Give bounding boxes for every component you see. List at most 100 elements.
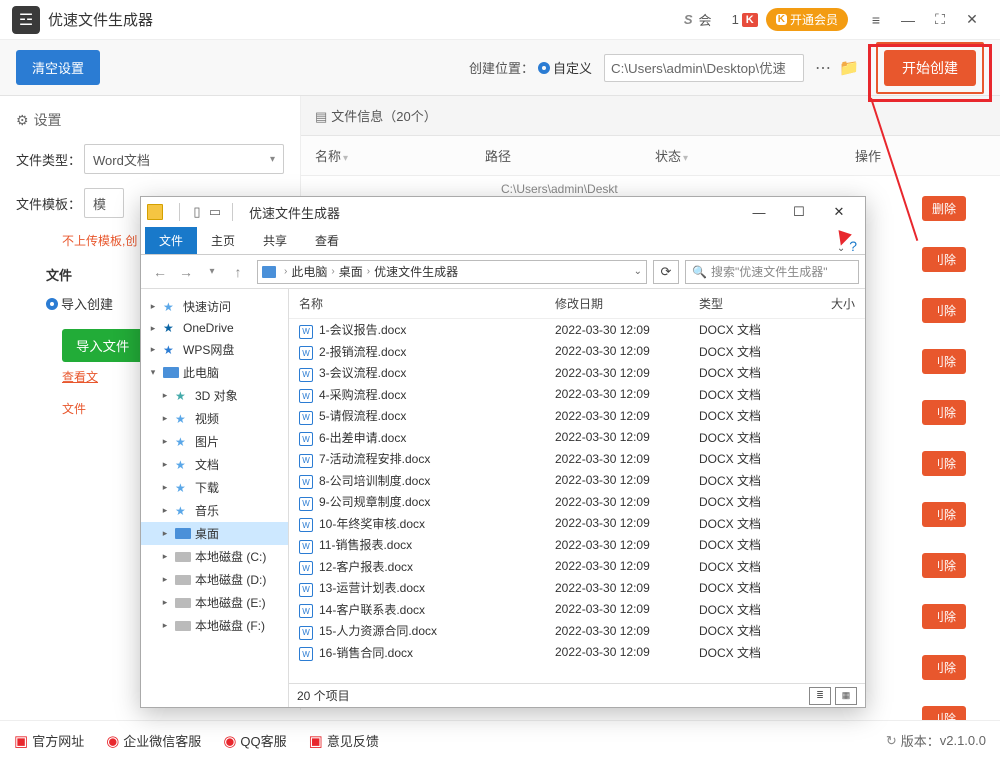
tab-home[interactable]: 主页 [197, 227, 249, 254]
official-site-link[interactable]: ▣官方网址 [14, 731, 84, 750]
import-file-button[interactable]: 导入文件 [62, 329, 143, 362]
delete-button[interactable]: 刂除 [922, 247, 966, 272]
explorer-tree[interactable]: ▸★快速访问▸★OneDrive▸★WPS网盘▾此电脑▸★3D 对象▸★视频▸★… [141, 289, 289, 707]
tree-item[interactable]: ▸★视频 [141, 407, 288, 430]
browse-folder-icon[interactable]: 📁 [836, 54, 862, 82]
file-row[interactable]: W10-年终奖审核.docx2022-03-30 12:09DOCX 文档 [289, 513, 865, 535]
file-row[interactable]: W6-出差申请.docx2022-03-30 12:09DOCX 文档 [289, 427, 865, 449]
ribbon-collapse-icon[interactable]: ⌄ [837, 243, 845, 254]
tree-item[interactable]: ▸★音乐 [141, 499, 288, 522]
address-bar[interactable]: › 此电脑 › 桌面 › 优速文件生成器 ⌄ [257, 260, 647, 284]
delete-button[interactable]: 刂除 [922, 349, 966, 374]
maximize-icon[interactable]: ⛶ [924, 6, 956, 34]
nav-back-icon[interactable]: ← [147, 264, 173, 280]
feedback-link[interactable]: ▣意见反馈 [309, 731, 379, 750]
tree-item[interactable]: ▸★WPS网盘 [141, 338, 288, 361]
file-row[interactable]: W14-客户联系表.docx2022-03-30 12:09DOCX 文档 [289, 599, 865, 621]
view-icons-icon[interactable]: ▦ [835, 687, 857, 705]
tab-file[interactable]: 文件 [145, 227, 197, 254]
filter-icon[interactable]: ▾ [683, 153, 688, 164]
nav-history-icon[interactable]: ▾ [199, 266, 225, 277]
file-link[interactable]: 文件 [62, 400, 86, 417]
col-date[interactable]: 修改日期 [555, 295, 699, 312]
tree-item[interactable]: ▸★快速访问 [141, 295, 288, 318]
file-row[interactable]: W8-公司培训制度.docx2022-03-30 12:09DOCX 文档 [289, 470, 865, 492]
file-row[interactable]: W16-销售合同.docx2022-03-30 12:09DOCX 文档 [289, 642, 865, 664]
explorer-close-icon[interactable]: ✕ [819, 198, 859, 226]
filter-icon[interactable]: ▾ [343, 153, 348, 164]
explorer-qat-folder-icon[interactable]: ▭ [206, 204, 224, 220]
close-icon[interactable]: ✕ [956, 6, 988, 34]
vip-button[interactable]: K 开通会员 [766, 8, 848, 31]
menu-icon[interactable]: ≡ [860, 6, 892, 34]
tree-item[interactable]: ▸★OneDrive [141, 318, 288, 338]
help-icon[interactable]: ? [849, 238, 857, 254]
tree-item[interactable]: ▸本地磁盘 (E:) [141, 591, 288, 614]
explorer-rows[interactable]: W1-会议报告.docx2022-03-30 12:09DOCX 文档W2-报销… [289, 319, 865, 683]
address-drop-icon[interactable]: ⌄ [634, 266, 642, 277]
explorer-qat-doc-icon[interactable]: ▯ [188, 204, 206, 220]
start-create-button[interactable]: 开始创建 [884, 50, 976, 86]
template-select[interactable]: 模 [84, 188, 124, 218]
explorer-maximize-icon[interactable]: ☐ [779, 198, 819, 226]
crumb-folder[interactable]: 优速文件生成器 [374, 263, 458, 280]
tree-item[interactable]: ▸★3D 对象 [141, 384, 288, 407]
notification-badge[interactable]: K [742, 13, 758, 27]
tab-share[interactable]: 共享 [249, 227, 301, 254]
output-path-input[interactable] [604, 54, 804, 82]
clear-settings-button[interactable]: 清空设置 [16, 50, 100, 85]
delete-button[interactable]: 刂除 [922, 400, 966, 425]
explorer-search[interactable]: 🔍 搜索"优速文件生成器" [685, 260, 859, 284]
tree-item[interactable]: ▸本地磁盘 (D:) [141, 568, 288, 591]
delete-button[interactable]: 刂除 [922, 298, 966, 323]
file-row[interactable]: W9-公司规章制度.docx2022-03-30 12:09DOCX 文档 [289, 491, 865, 513]
th-name[interactable]: 名称 [315, 149, 341, 164]
delete-button[interactable]: 刂除 [922, 502, 966, 527]
file-row[interactable]: W2-报销流程.docx2022-03-30 12:09DOCX 文档 [289, 341, 865, 363]
col-size[interactable]: 大小 [809, 295, 855, 312]
delete-button[interactable]: 刂除 [922, 655, 966, 680]
th-op[interactable]: 操作 [855, 149, 881, 164]
delete-button[interactable]: 删除 [922, 196, 966, 221]
minimize-icon[interactable]: — [892, 6, 924, 34]
tree-item[interactable]: ▸桌面 [141, 522, 288, 545]
tree-item[interactable]: ▸本地磁盘 (C:) [141, 545, 288, 568]
file-row[interactable]: W13-运营计划表.docx2022-03-30 12:09DOCX 文档 [289, 577, 865, 599]
crumb-pc[interactable]: 此电脑 [291, 263, 327, 280]
file-row[interactable]: W15-人力资源合同.docx2022-03-30 12:09DOCX 文档 [289, 620, 865, 642]
delete-button[interactable]: 刂除 [922, 604, 966, 629]
delete-button[interactable]: 刂除 [922, 553, 966, 578]
nav-forward-icon[interactable]: → [173, 264, 199, 280]
file-row[interactable]: W4-采购流程.docx2022-03-30 12:09DOCX 文档 [289, 384, 865, 406]
radio-custom-icon[interactable] [538, 62, 550, 74]
tree-item[interactable]: ▸本地磁盘 (F:) [141, 614, 288, 637]
file-row[interactable]: W1-会议报告.docx2022-03-30 12:09DOCX 文档 [289, 319, 865, 341]
nav-up-icon[interactable]: ↑ [225, 264, 251, 280]
qq-support-link[interactable]: ◉QQ客服 [223, 731, 286, 750]
view-file-link[interactable]: 查看文 [62, 368, 98, 385]
col-type[interactable]: 类型 [699, 295, 809, 312]
col-name[interactable]: 名称 [299, 295, 555, 312]
delete-button[interactable]: 刂除 [922, 451, 966, 476]
tree-item[interactable]: ▸★图片 [141, 430, 288, 453]
refresh-icon[interactable]: ⟳ [653, 260, 679, 284]
view-details-icon[interactable]: ≣ [809, 687, 831, 705]
th-path[interactable]: 路径 [485, 149, 511, 164]
th-status[interactable]: 状态 [655, 149, 681, 164]
tree-item[interactable]: ▾此电脑 [141, 361, 288, 384]
file-row[interactable]: W11-销售报表.docx2022-03-30 12:09DOCX 文档 [289, 534, 865, 556]
refresh-version-icon[interactable]: ↻ [886, 733, 897, 749]
explorer-minimize-icon[interactable]: — [739, 198, 779, 226]
tab-view[interactable]: 查看 [301, 227, 353, 254]
file-row[interactable]: W7-活动流程安排.docx2022-03-30 12:09DOCX 文档 [289, 448, 865, 470]
filetype-select[interactable]: Word文档▾ [84, 144, 284, 174]
tree-item[interactable]: ▸★文档 [141, 453, 288, 476]
crumb-desktop[interactable]: 桌面 [339, 263, 363, 280]
file-row[interactable]: W5-请假流程.docx2022-03-30 12:09DOCX 文档 [289, 405, 865, 427]
radio-custom-label[interactable]: 自定义 [553, 58, 592, 77]
tree-item[interactable]: ▸★下载 [141, 476, 288, 499]
wechat-support-link[interactable]: ◉企业微信客服 [106, 731, 201, 750]
more-path-icon[interactable]: ⋯ [810, 54, 836, 82]
file-row[interactable]: W12-客户报表.docx2022-03-30 12:09DOCX 文档 [289, 556, 865, 578]
file-row[interactable]: W3-会议流程.docx2022-03-30 12:09DOCX 文档 [289, 362, 865, 384]
